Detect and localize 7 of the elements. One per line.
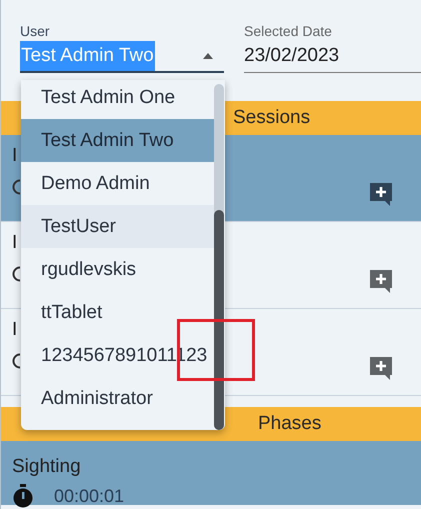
field-label: Selected Date	[244, 22, 333, 41]
phase-name: Sighting	[12, 456, 81, 478]
field-label: User	[20, 22, 51, 41]
session-title: I	[12, 319, 18, 341]
session-title: I	[12, 145, 18, 167]
phase-time: 00:00:01	[54, 486, 124, 506]
session-title: I	[12, 232, 18, 254]
